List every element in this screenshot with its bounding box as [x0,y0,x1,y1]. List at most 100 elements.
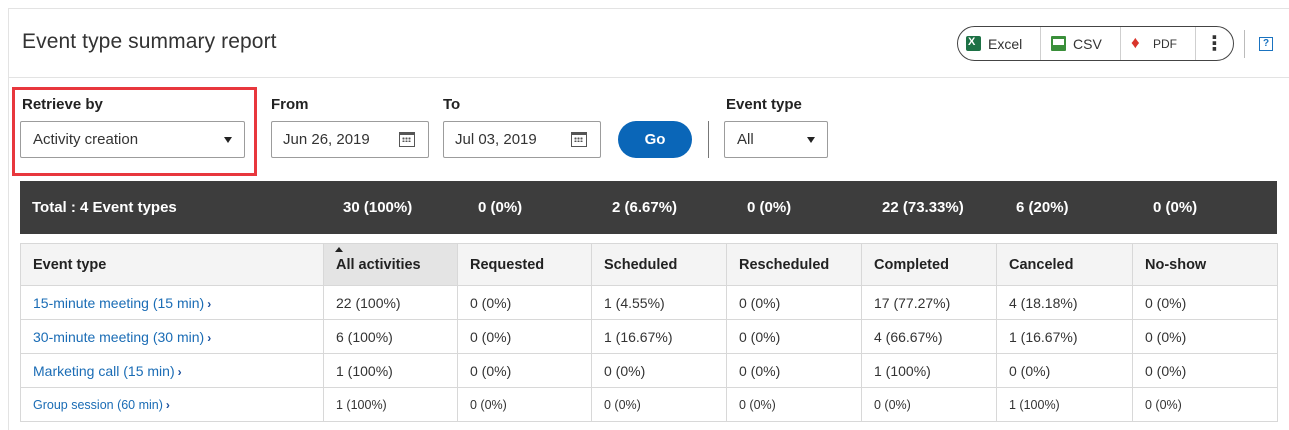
table-cell: 0 (0%) [1132,387,1278,422]
table-cell: 0 (0%) [726,353,862,388]
event-type-name: Group session (60 min) [33,397,163,412]
go-button[interactable]: Go [618,121,692,158]
table-row: 15-minute meeting (15 min) › 22 (100%) 0 … [20,285,1278,320]
event-type-link[interactable]: Group session (60 min) › [33,398,170,412]
from-date-value: Jun 26, 2019 [283,131,370,148]
table-cell: 0 (0%) [457,387,592,422]
event-type-name: Marketing call (15 min) [33,362,175,379]
event-type-cell: Marketing call (15 min) › [20,353,324,388]
to-date-input[interactable]: Jul 03, 2019 [443,121,601,158]
export-toolbar: Excel CSV PDF ⋮ [957,26,1234,61]
pdf-icon [1131,33,1146,53]
table-cell: 4 (66.67%) [861,319,997,354]
event-type-select[interactable]: All [724,121,828,158]
sort-ascending-icon [335,247,343,252]
to-date-value: Jul 03, 2019 [455,131,537,148]
table-cell: 0 (0%) [996,353,1133,388]
table-cell: 0 (0%) [591,387,727,422]
total-canceled: 6 (20%) [1016,199,1069,216]
total-requested: 0 (0%) [478,199,523,216]
table-cell: 1 (100%) [323,387,458,422]
table-cell: 0 (0%) [591,353,727,388]
calendar-icon[interactable] [571,132,587,147]
table-cell: 0 (0%) [726,285,862,320]
chevron-right-icon: › [165,397,170,412]
table-cell: 1 (4.55%) [591,285,727,320]
export-pdf-button[interactable]: PDF [1121,27,1196,60]
event-type-label: Event type [726,96,802,113]
dropdown-caret-icon [224,137,232,143]
export-csv-label: CSV [1073,35,1102,52]
table-cell: 0 (0%) [457,353,592,388]
column-header-label: All activities [336,256,421,273]
dropdown-caret-icon [807,137,815,143]
column-header-completed[interactable]: Completed [861,243,997,286]
table-cell: 1 (16.67%) [591,319,727,354]
summary-table: Event type All activities Requested Sche… [20,243,1278,422]
chevron-right-icon: › [207,330,212,345]
table-cell: 1 (100%) [323,353,458,388]
total-completed: 22 (73.33%) [882,199,964,216]
table-cell: 0 (0%) [861,387,997,422]
retrieve-by-value: Activity creation [33,131,139,148]
table-row: Group session (60 min) › 1 (100%) 0 (0%) … [20,387,1278,422]
event-type-link[interactable]: 15-minute meeting (15 min) › [33,295,211,311]
toolbar-divider [1244,30,1245,58]
totals-bar: Total : 4 Event types 30 (100%) 0 (0%) 2… [20,181,1277,234]
column-header-requested[interactable]: Requested [457,243,592,286]
totals-label: Total : 4 Event types [32,199,177,216]
table-header-row: Event type All activities Requested Sche… [20,243,1278,286]
chevron-right-icon: › [207,296,212,311]
table-cell: 0 (0%) [457,319,592,354]
table-cell: 0 (0%) [1132,353,1278,388]
table-cell: 6 (100%) [323,319,458,354]
help-icon[interactable]: ? [1259,37,1273,51]
export-excel-button[interactable]: Excel [958,27,1041,60]
event-type-cell: 30-minute meeting (30 min) › [20,319,324,354]
total-rescheduled: 0 (0%) [747,199,792,216]
table-cell: 0 (0%) [1132,319,1278,354]
export-csv-button[interactable]: CSV [1041,27,1121,60]
total-no-show: 0 (0%) [1153,199,1198,216]
page-title: Event type summary report [22,30,277,53]
retrieve-by-label: Retrieve by [22,96,103,113]
column-header-no-show[interactable]: No-show [1132,243,1278,286]
chevron-right-icon: › [177,364,182,379]
column-header-canceled[interactable]: Canceled [996,243,1133,286]
table-cell: 4 (18.18%) [996,285,1133,320]
table-cell: 0 (0%) [726,387,862,422]
calendar-icon[interactable] [399,132,415,147]
event-type-cell: 15-minute meeting (15 min) › [20,285,324,320]
from-date-input[interactable]: Jun 26, 2019 [271,121,429,158]
excel-icon [966,36,981,51]
header-divider [8,77,1289,78]
event-type-cell: Group session (60 min) › [20,387,324,422]
event-type-link[interactable]: 30-minute meeting (30 min) › [33,329,211,345]
more-vertical-icon: ⋮ [1204,33,1225,55]
export-pdf-label: PDF [1153,36,1177,51]
csv-icon [1051,36,1066,51]
retrieve-by-select[interactable]: Activity creation [20,121,245,158]
table-cell: 1 (16.67%) [996,319,1133,354]
table-cell: 22 (100%) [323,285,458,320]
event-type-link[interactable]: Marketing call (15 min) › [33,363,182,379]
total-all-activities: 30 (100%) [343,199,413,216]
column-header-event-type[interactable]: Event type [20,243,324,286]
column-header-rescheduled[interactable]: Rescheduled [726,243,862,286]
table-row: Marketing call (15 min) › 1 (100%) 0 (0%)… [20,353,1278,388]
event-type-name: 15-minute meeting (15 min) [33,294,205,311]
total-scheduled: 2 (6.67%) [612,199,678,216]
export-excel-label: Excel [988,35,1023,52]
table-cell: 0 (0%) [457,285,592,320]
table-cell: 0 (0%) [1132,285,1278,320]
column-header-all-activities[interactable]: All activities [323,243,458,286]
table-cell: 17 (77.27%) [861,285,997,320]
column-header-scheduled[interactable]: Scheduled [591,243,727,286]
more-options-button[interactable]: ⋮ [1196,27,1233,60]
table-cell: 1 (100%) [996,387,1133,422]
table-cell: 1 (100%) [861,353,997,388]
event-type-value: All [737,131,754,148]
event-type-name: 30-minute meeting (30 min) [33,328,205,345]
from-label: From [271,96,309,113]
table-row: 30-minute meeting (30 min) › 6 (100%) 0 (… [20,319,1278,354]
